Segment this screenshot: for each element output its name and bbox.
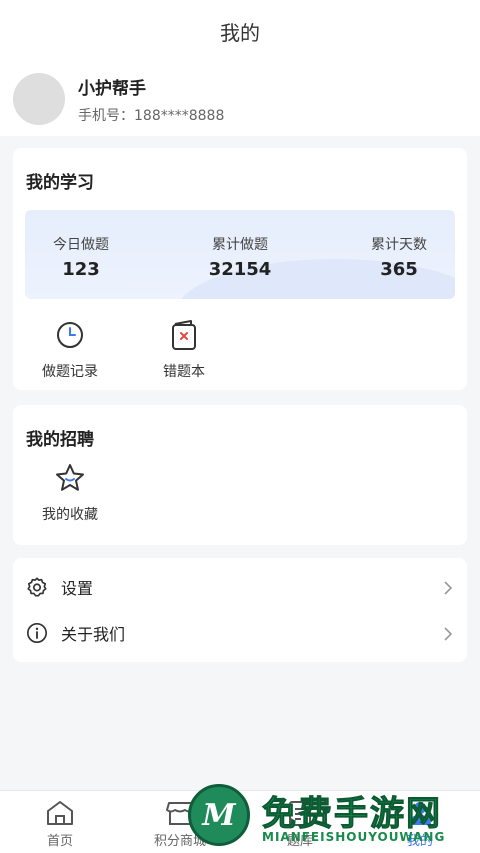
stat-value: 365 [380, 259, 418, 280]
tab-home[interactable]: 首页 [0, 791, 120, 853]
stat-value: 32154 [208, 259, 272, 280]
stat-label: 今日做题 [53, 237, 109, 253]
stat-total-days: 累计天数 365 [355, 210, 443, 299]
practice-record-button[interactable]: 做题记录 [13, 319, 127, 381]
profile-section[interactable]: 小护帮手 手机号：188****8888 [0, 62, 480, 136]
stat-today-questions: 今日做题 123 [37, 210, 125, 299]
menu-label: 关于我们 [61, 625, 126, 644]
wrong-book-icon [127, 319, 241, 351]
wrong-book-button[interactable]: 错题本 [127, 319, 241, 381]
watermark-overlay: M 免费手游网 MIANFEISHOUYOUWANG [180, 772, 480, 853]
page-title: 我的 [220, 20, 260, 45]
study-tools: 做题记录 错题本 [13, 299, 467, 381]
menu-item-settings[interactable]: 设置 [13, 564, 467, 610]
menu-item-about[interactable]: 关于我们 [13, 610, 467, 656]
stat-label: 累计天数 [371, 237, 427, 253]
watermark-title: 免费手游网 [262, 794, 442, 835]
chevron-right-icon [441, 626, 455, 641]
settings-menu-card: 设置 关于我们 [13, 558, 467, 662]
tool-label: 我的收藏 [42, 507, 98, 523]
my-recruit-title: 我的招聘 [26, 430, 94, 450]
watermark-logo: M [188, 784, 250, 846]
profile-name: 小护帮手 [78, 78, 146, 99]
gear-icon [25, 575, 49, 599]
profile-phone: 手机号：188****8888 [78, 107, 225, 124]
clock-icon [13, 319, 127, 351]
star-icon [13, 462, 127, 494]
page-header: 我的 [0, 0, 480, 62]
stat-total-questions: 累计做题 32154 [196, 210, 284, 299]
menu-label: 设置 [61, 579, 94, 598]
watermark-subtitle: MIANFEISHOUYOUWANG [262, 830, 446, 844]
home-icon [45, 799, 75, 827]
recruit-tools: 我的收藏 [13, 450, 467, 524]
my-favorites-button[interactable]: 我的收藏 [13, 462, 127, 524]
my-recruit-card: 我的招聘 我的收藏 [13, 405, 467, 545]
tool-label: 做题记录 [42, 364, 98, 380]
info-icon [25, 621, 49, 645]
chevron-right-icon [441, 580, 455, 595]
tab-label: 首页 [46, 834, 73, 849]
my-study-card: 我的学习 今日做题 123 累计做题 32154 累计天数 365 做题记录 错… [13, 148, 467, 390]
tool-label: 错题本 [163, 364, 205, 380]
stat-label: 累计做题 [212, 237, 268, 253]
study-stats-panel: 今日做题 123 累计做题 32154 累计天数 365 [25, 210, 455, 299]
stat-value: 123 [62, 259, 100, 280]
avatar[interactable] [13, 73, 65, 125]
my-study-title: 我的学习 [26, 173, 94, 193]
